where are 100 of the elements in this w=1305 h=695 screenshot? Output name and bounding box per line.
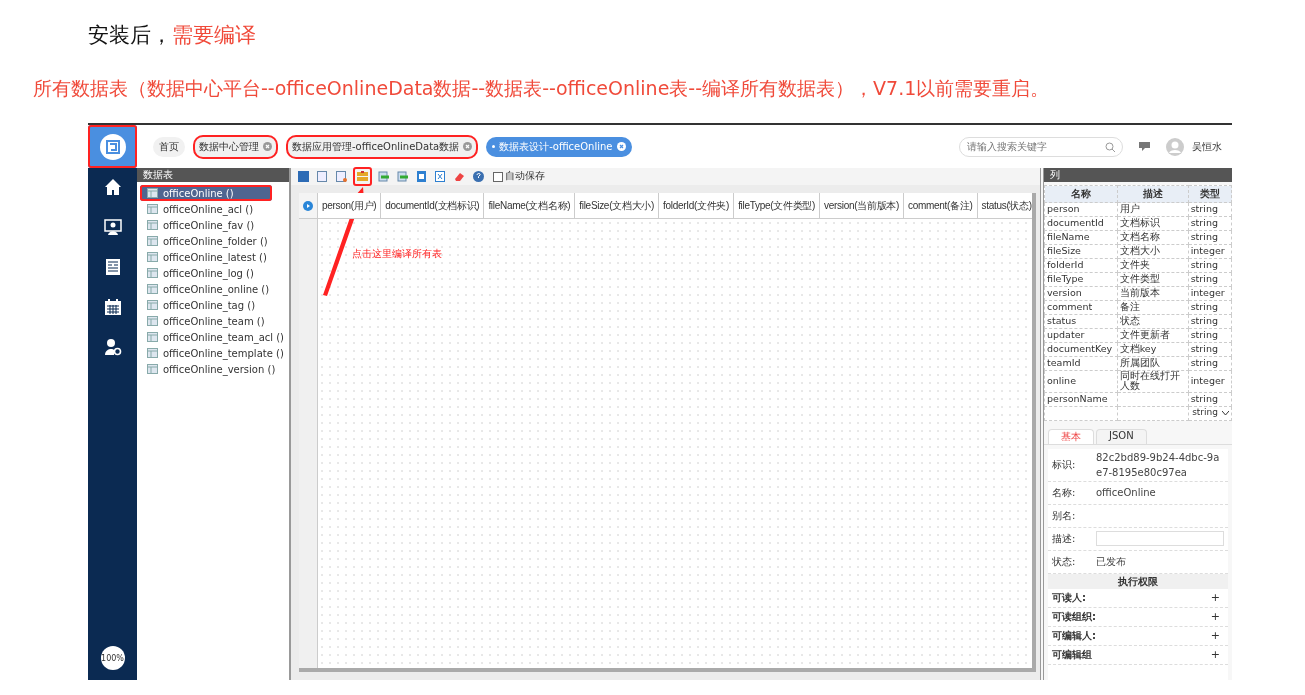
search-field[interactable]: 请输入搜索关键字 — [959, 136, 1123, 157]
add-button[interactable]: + — [1210, 610, 1220, 624]
add-button[interactable]: + — [1210, 591, 1220, 605]
table-cell: status — [1044, 314, 1118, 329]
table-cell: string — [1188, 328, 1232, 343]
column-header[interactable]: folderId(文件夹) — [659, 193, 735, 218]
table-icon — [147, 204, 158, 214]
table-cell: 同时在线打开人数 — [1117, 370, 1189, 393]
column-header[interactable]: version(当前版本) — [820, 193, 905, 218]
tab[interactable]: 数据应用管理-officeOnlineData数据 — [286, 134, 479, 159]
column-header: 名称 — [1044, 185, 1118, 203]
table-cell: 状态 — [1117, 314, 1189, 329]
news-icon[interactable] — [103, 258, 122, 276]
compile-tool-button[interactable] — [353, 167, 372, 186]
heading: 安装后，需要编译 — [88, 22, 256, 49]
table-cell: string — [1188, 202, 1232, 217]
tab[interactable]: 基本 — [1048, 428, 1094, 444]
panel-title: 列 — [1044, 168, 1232, 182]
table-cell: 所属团队 — [1117, 356, 1189, 371]
table-list-item[interactable]: officeOnline_latest () — [140, 249, 274, 265]
add-button[interactable]: + — [1210, 648, 1220, 662]
permission-label: 可编辑组 — [1052, 647, 1092, 662]
tab[interactable]: JSON — [1096, 428, 1147, 444]
table-cell: version — [1044, 286, 1118, 301]
save-tool-button[interactable] — [296, 169, 311, 184]
table-list-item[interactable]: officeOnline_log () — [140, 265, 272, 281]
import-tool-button[interactable] — [376, 169, 391, 184]
table-cell: documentKey — [1044, 342, 1118, 357]
column-header[interactable]: status(状态) — [977, 193, 1032, 218]
close-icon[interactable] — [463, 142, 473, 151]
table-cell: 文件夹 — [1117, 258, 1189, 273]
table-cell: string — [1188, 342, 1232, 357]
export-icon — [397, 171, 408, 182]
table-cell: documentId — [1044, 216, 1118, 231]
table-cell: updater — [1044, 328, 1118, 343]
table-cell: 文档大小 — [1117, 244, 1189, 259]
table-icon — [317, 171, 328, 182]
table-list-item[interactable]: officeOnline_version () — [140, 361, 283, 377]
user-name[interactable]: 吴恒水 — [1192, 139, 1222, 154]
table-cell: string — [1188, 230, 1232, 245]
table-list-item[interactable]: officeOnline_acl () — [140, 201, 272, 217]
close-icon[interactable] — [616, 142, 626, 151]
table-cell: 文档标识 — [1117, 216, 1189, 231]
table-list-item[interactable]: officeOnline () — [140, 185, 272, 201]
tab[interactable]: 数据中心管理 — [193, 134, 278, 159]
message-icon[interactable] — [1139, 142, 1150, 151]
document-icon — [416, 171, 427, 182]
table-list-item[interactable]: officeOnline_team_acl () — [140, 329, 292, 345]
table-cell: 备注 — [1117, 300, 1189, 315]
user-settings-icon[interactable] — [103, 338, 122, 356]
autosave-checkbox[interactable]: 自动保存 — [493, 170, 545, 183]
eraser-icon — [454, 171, 465, 182]
permission-label: 可编辑人: — [1052, 628, 1096, 643]
zoom-badge[interactable]: 100% — [100, 646, 125, 670]
add-button[interactable]: + — [1210, 629, 1220, 643]
excel-icon — [435, 171, 446, 182]
column-header[interactable]: fileSize(文档大小) — [575, 193, 659, 218]
field-label: 标识: — [1052, 457, 1077, 472]
column-header[interactable]: documentId(文档标识) — [381, 193, 485, 218]
home-icon[interactable] — [103, 178, 122, 196]
table-list-item[interactable]: officeOnline_template () — [140, 345, 291, 361]
table-edit-tool-button[interactable] — [334, 169, 349, 184]
table-cell: integer — [1188, 286, 1232, 301]
permission-label: 可读组织: — [1052, 609, 1096, 624]
column-header: 描述 — [1117, 185, 1189, 203]
column-header[interactable]: fileType(文件类型) — [734, 193, 821, 218]
calendar-icon[interactable] — [103, 298, 122, 316]
table-cell: string — [1188, 356, 1232, 371]
column-header[interactable]: comment(备注) — [904, 193, 978, 218]
help-tool-button[interactable] — [471, 169, 486, 184]
table-list-item[interactable]: officeOnline_folder () — [140, 233, 275, 249]
document-tool-button[interactable] — [414, 169, 429, 184]
logo-tile[interactable] — [88, 125, 137, 168]
column-header[interactable]: fileName(文档名称) — [484, 193, 576, 218]
table-cell: folderId — [1044, 258, 1118, 273]
close-icon[interactable] — [263, 142, 272, 151]
table-list-item[interactable]: officeOnline_online () — [140, 281, 277, 297]
table-list-item[interactable]: officeOnline_tag () — [140, 297, 272, 313]
table-list-item[interactable]: officeOnline_team () — [140, 313, 272, 329]
description-field[interactable] — [1096, 531, 1224, 547]
table-cell: personName — [1044, 392, 1118, 407]
annotation-text: 点击这里编译所有表 — [352, 247, 442, 261]
help-icon — [473, 171, 484, 182]
table-cell: fileSize — [1044, 244, 1118, 259]
play-icon[interactable] — [303, 200, 313, 211]
table-cell: comment — [1044, 300, 1118, 315]
table-cell: string — [1188, 392, 1232, 407]
table-list-item[interactable]: officeOnline_fav () — [140, 217, 272, 233]
logo-icon — [98, 132, 127, 161]
contacts-icon[interactable] — [103, 218, 122, 236]
table-icon — [147, 236, 158, 246]
table-tool-button[interactable] — [315, 169, 330, 184]
tab[interactable]: 首页 — [153, 136, 185, 157]
section-header: 执行权限 — [1048, 573, 1228, 589]
table-cell: fileName — [1044, 230, 1118, 245]
table-cell: 当前版本 — [1117, 286, 1189, 301]
export-tool-button[interactable] — [395, 169, 410, 184]
excel-tool-button[interactable] — [433, 169, 448, 184]
table-edit-icon — [336, 171, 347, 182]
field-label: 状态: — [1052, 554, 1077, 569]
